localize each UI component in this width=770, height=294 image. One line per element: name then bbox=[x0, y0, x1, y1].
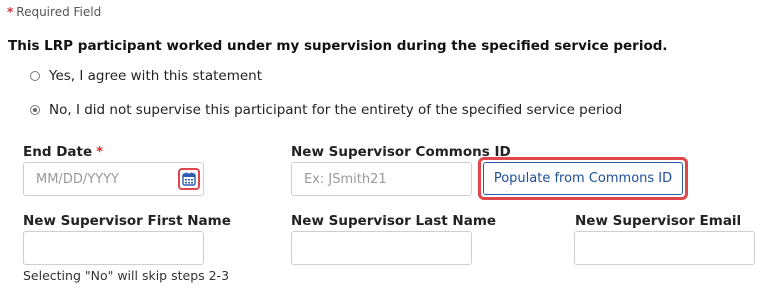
email-label: New Supervisor Email bbox=[575, 213, 742, 229]
supervision-question: This LRP participant worked under my sup… bbox=[8, 38, 668, 54]
calendar-button[interactable] bbox=[178, 168, 200, 190]
option-no-label: No, I did not supervise this participant… bbox=[49, 102, 623, 118]
option-yes-label: Yes, I agree with this statement bbox=[49, 68, 263, 84]
first-name-label: New Supervisor First Name bbox=[23, 213, 231, 229]
last-name-label: New Supervisor Last Name bbox=[291, 213, 497, 229]
required-star: * bbox=[7, 5, 14, 19]
email-input[interactable] bbox=[574, 231, 755, 265]
end-date-field[interactable]: MM/DD/YYYY bbox=[23, 162, 204, 196]
radio-yes[interactable] bbox=[30, 71, 40, 81]
end-date-required-star: * bbox=[96, 144, 104, 160]
populate-from-commons-id-button[interactable]: Populate from Commons ID bbox=[483, 162, 683, 195]
commons-id-label: New Supervisor Commons ID bbox=[291, 144, 511, 160]
required-field-note: * Required Field bbox=[7, 5, 101, 19]
end-date-placeholder: MM/DD/YYYY bbox=[36, 171, 119, 187]
last-name-input[interactable] bbox=[291, 231, 472, 265]
commons-id-placeholder: Ex: JSmith21 bbox=[304, 171, 387, 187]
option-yes[interactable]: Yes, I agree with this statement bbox=[30, 68, 262, 84]
commons-id-input[interactable]: Ex: JSmith21 bbox=[291, 162, 472, 196]
required-field-text: Required Field bbox=[16, 5, 102, 19]
calendar-icon bbox=[182, 172, 196, 186]
first-name-input[interactable] bbox=[23, 231, 204, 265]
end-date-label-text: End Date bbox=[23, 144, 93, 160]
skip-steps-hint: Selecting "No" will skip steps 2-3 bbox=[23, 268, 230, 283]
radio-no[interactable] bbox=[30, 105, 40, 115]
populate-button-highlight: Populate from Commons ID bbox=[478, 157, 688, 200]
option-no[interactable]: No, I did not supervise this participant… bbox=[30, 102, 622, 118]
end-date-label: End Date * bbox=[23, 144, 103, 160]
